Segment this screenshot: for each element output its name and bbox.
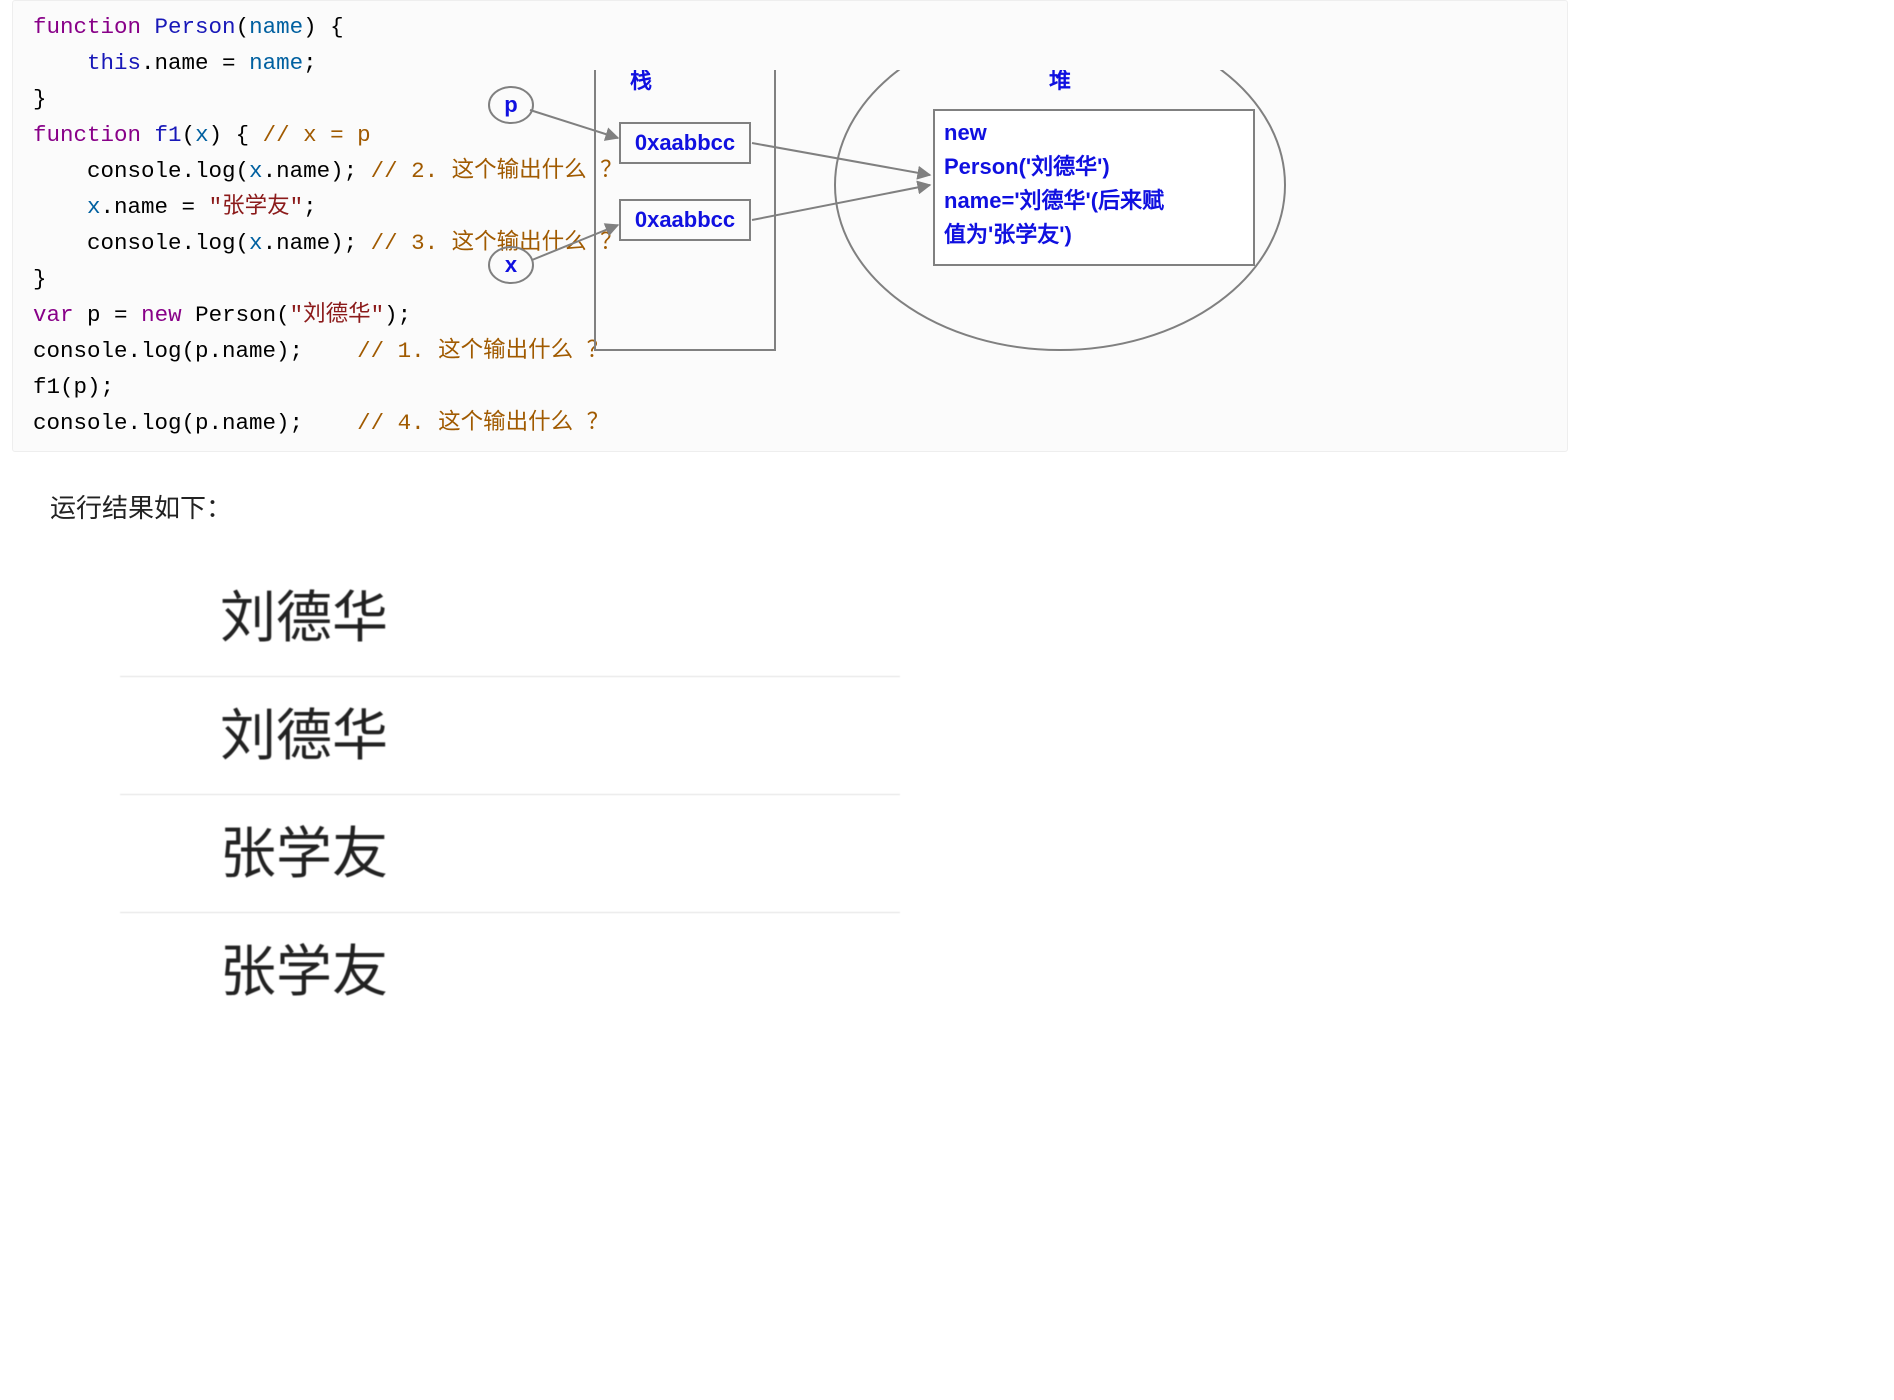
dot-name2: .name); [263,230,358,256]
dot-name4: .name); [209,410,304,436]
name-ref: name [249,50,303,76]
eq: = [168,194,209,220]
fn-person: Person [155,14,236,40]
console3: console.log( [33,338,195,364]
fn-f1: f1 [155,122,182,148]
eq-new: = [101,302,142,328]
semi2: ; [303,194,317,220]
dot-name3: .name); [209,338,304,364]
console4: console.log( [33,410,195,436]
cmt-assign: // x = p [263,122,371,148]
semi: ; [303,50,317,76]
close1: ); [384,302,411,328]
cmt2: // 2. 这个输出什么 ？ [371,158,623,184]
kw-var: var [33,302,74,328]
cmt3: // 3. 这个输出什么 ？ [371,230,623,256]
brace-close2: } [33,266,47,292]
str-zxy: "张学友" [209,194,304,220]
console2: console.log( [87,230,249,256]
result-line: 张学友 [120,913,900,1030]
result-line: 刘德华 [120,677,900,795]
brace-close: } [33,86,47,112]
dot-name1: .name); [263,158,358,184]
x-ref3: x [249,230,263,256]
kw-new: new [141,302,182,328]
param-x: x [195,122,209,148]
x-ref2: x [87,194,101,220]
code-block: function Person(name) { this.name = name… [12,0,1568,452]
f1-call: f1(p); [33,374,114,400]
console1: console.log( [87,158,249,184]
result-label: 运行结果如下： [50,488,1580,525]
str-ldh: "刘德华" [290,302,385,328]
param-name: name [249,14,303,40]
brace: { [317,14,344,40]
result-line: 张学友 [120,795,900,913]
code-text: .name = [141,50,249,76]
kw-function2: function [33,122,141,148]
person-call: Person( [195,302,290,328]
result-line: 刘德华 [120,559,900,677]
cmt4: // 4. 这个输出什么 ？ [357,410,609,436]
kw-this: this [87,50,141,76]
p-var: p [87,302,101,328]
results-list: 刘德华 刘德华 张学友 张学友 [120,559,900,1030]
cmt1: // 1. 这个输出什么 ？ [357,338,609,364]
kw-function: function [33,14,141,40]
x-ref1: x [249,158,263,184]
brace2: { [222,122,249,148]
